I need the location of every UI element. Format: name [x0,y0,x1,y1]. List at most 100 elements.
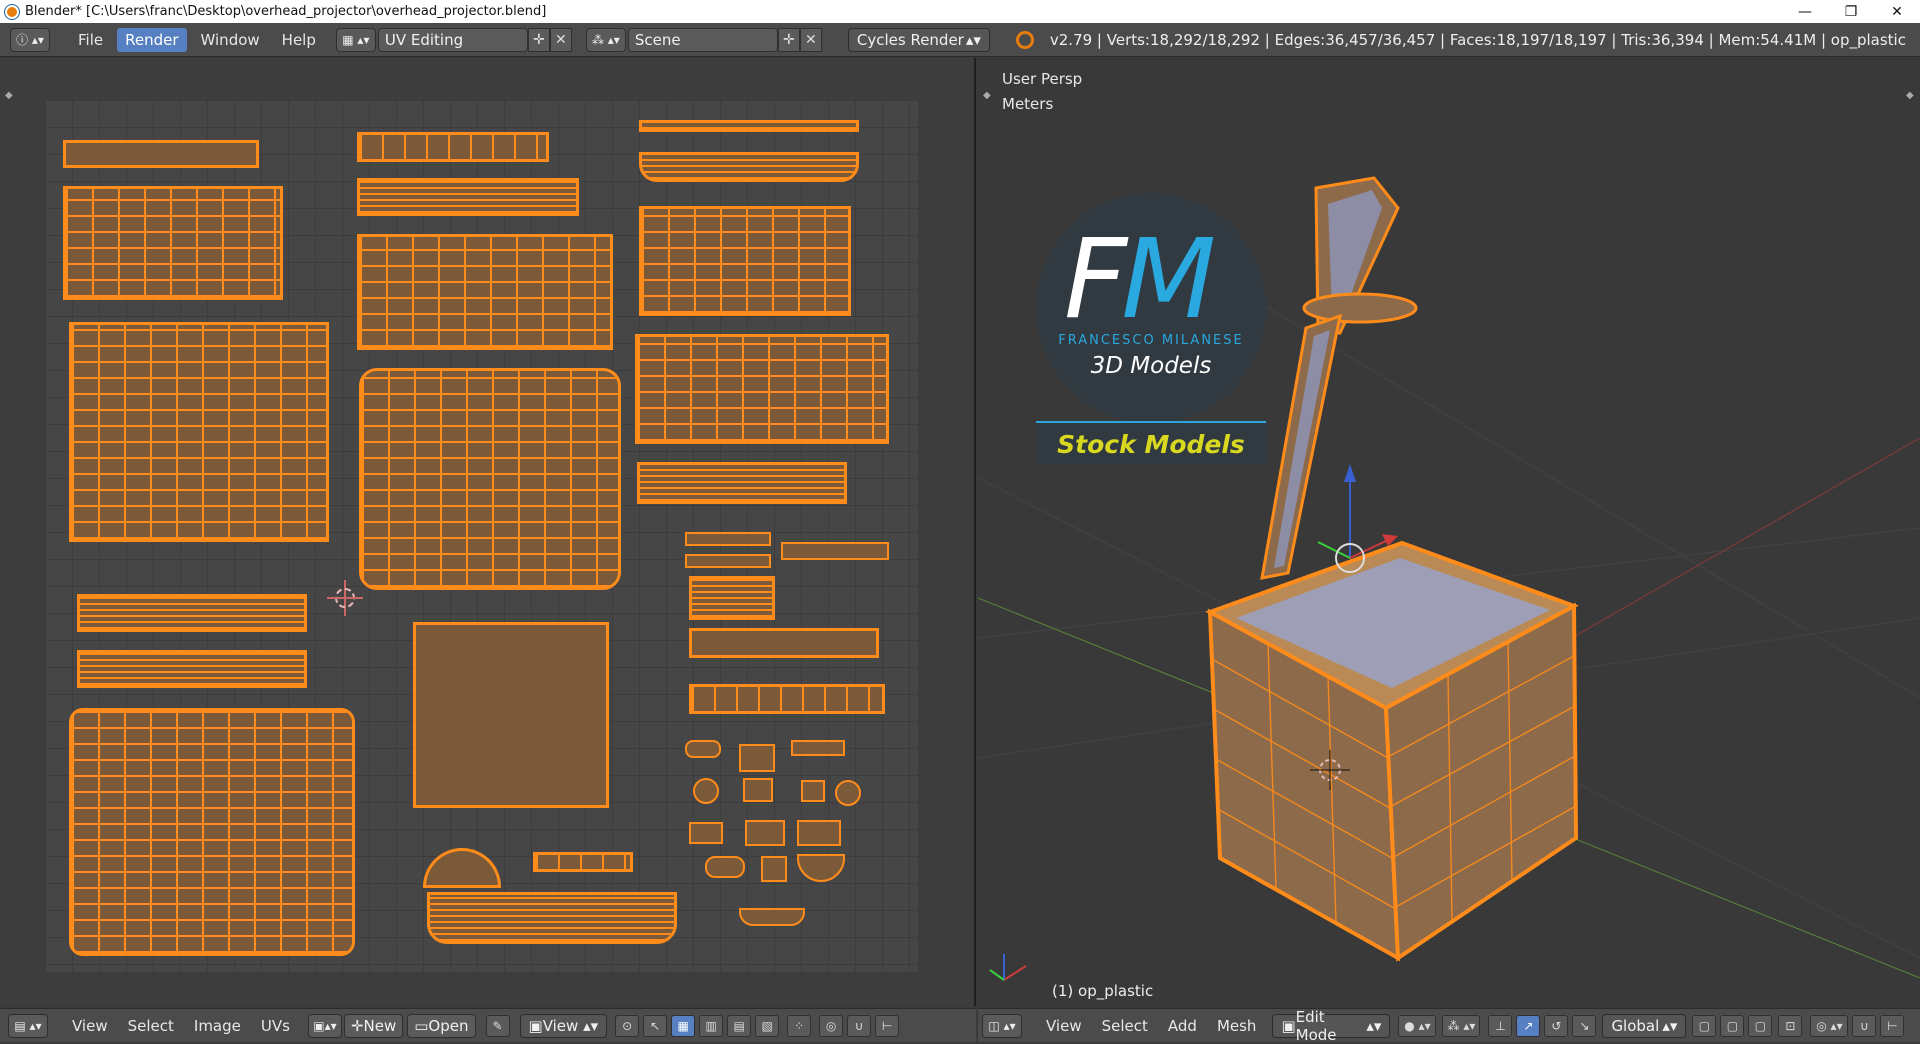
3d-menu-add[interactable]: Add [1168,1017,1197,1035]
uv-island[interactable] [69,322,329,542]
uv-island[interactable] [357,234,613,350]
uv-view-mode-select[interactable]: ▣ View ▴▾ [519,1013,608,1038]
snap-toggle-icon[interactable]: ∪ [1852,1014,1877,1037]
uv-island[interactable] [77,650,307,688]
mode-select[interactable]: ▣ Edit Mode ▴▾ [1272,1008,1391,1044]
vertex-select-icon[interactable]: ▦ [671,1014,696,1037]
remove-layout-icon[interactable]: ✕ [549,27,572,52]
pivot-icon[interactable]: ⊙ [615,1014,640,1037]
uv-island[interactable] [797,820,841,846]
minimize-button[interactable]: — [1782,0,1828,23]
screen-layout-field[interactable]: UV Editing [377,27,528,52]
uv-island[interactable] [745,820,785,846]
uv-island[interactable] [639,120,859,132]
toolbar-toggle-icon[interactable]: ◆ [5,90,13,101]
uv-menu-view[interactable]: View [72,1017,108,1035]
add-layout-icon[interactable]: ✛ [527,27,550,52]
face-select-icon[interactable]: ▤ [727,1014,752,1037]
uv-island[interactable] [423,848,501,888]
render-engine-select[interactable]: Cycles Render ▴▾ [847,27,990,52]
manipulator-toggle-icon[interactable]: ⊥ [1488,1014,1513,1037]
uv-island[interactable] [639,152,859,182]
pin-icon[interactable]: ✎ [485,1014,510,1037]
uv-island[interactable] [739,744,775,772]
scale-manipulator-icon[interactable]: ↘ [1572,1014,1597,1037]
uv-island[interactable] [637,462,847,504]
snap-element-icon[interactable]: ⊢ [1880,1014,1905,1037]
3d-menu-mesh[interactable]: Mesh [1217,1017,1257,1035]
uv-island[interactable] [705,856,745,878]
uv-menu-uvs[interactable]: UVs [261,1017,290,1035]
uv-editor-type-icon[interactable]: ▤ ▴▾ [8,1013,48,1038]
snap-target-icon[interactable]: ⊢ [875,1014,900,1037]
proportional-editing-icon[interactable]: ◎ ▴▾ [1810,1014,1849,1037]
scene-icon[interactable]: ⁂ ▴▾ [585,27,626,52]
restore-button[interactable]: ❐ [1828,0,1874,23]
rotate-manipulator-icon[interactable]: ↺ [1544,1014,1569,1037]
uv-island[interactable] [685,740,721,758]
menu-window[interactable]: Window [193,28,268,52]
uv-image-editor[interactable]: ◆ [0,58,976,1006]
z-arrow-icon[interactable] [1344,464,1356,482]
projector-lens-ring[interactable] [1302,292,1418,324]
uv-island[interactable] [689,822,723,844]
uv-island[interactable] [357,178,579,216]
snap-icon[interactable]: ∪ [847,1014,872,1037]
viewport-shading-icon[interactable]: ● ▴▾ [1398,1014,1437,1037]
uv-island[interactable] [63,186,283,300]
3d-editor-type-icon[interactable]: ◫ ▴▾ [982,1013,1022,1038]
uv-island[interactable] [835,780,861,806]
menu-help[interactable]: Help [274,28,324,52]
uv-island[interactable] [413,622,609,808]
uv-island[interactable] [685,554,771,568]
uv-island[interactable] [739,908,805,926]
sync-selection-icon[interactable]: ↖ [643,1014,668,1037]
sticky-mode-icon[interactable]: ⁘ [787,1014,812,1037]
uv-island[interactable] [791,740,845,756]
uv-island[interactable] [69,708,355,956]
edge-mode-icon[interactable]: ▢ [1720,1014,1745,1037]
add-scene-icon[interactable]: ✛ [777,27,800,52]
uv-island[interactable] [77,594,307,632]
info-editor-type-icon[interactable]: ⓘ ▴▾ [10,27,50,52]
uv-island[interactable] [801,780,825,802]
transform-orientation-select[interactable]: Global ▴▾ [1602,1013,1687,1038]
uv-island[interactable] [359,368,621,590]
uv-island[interactable] [743,778,773,802]
3d-menu-select[interactable]: Select [1102,1017,1148,1035]
uv-island[interactable] [689,684,885,714]
translate-manipulator-icon[interactable]: ↗ [1516,1014,1541,1037]
uv-menu-select[interactable]: Select [128,1017,174,1035]
face-mode-icon[interactable]: ▢ [1748,1014,1773,1037]
uv-island[interactable] [689,628,879,658]
menu-render[interactable]: Render [117,27,187,52]
pivot-point-icon[interactable]: ⁂ ▴▾ [1442,1014,1481,1037]
image-browse-icon[interactable]: ▣▴▾ [307,1013,342,1038]
edge-select-icon[interactable]: ▥ [699,1014,724,1037]
scene-field[interactable]: Scene [627,27,778,52]
uv-island[interactable] [63,140,259,168]
island-select-icon[interactable]: ▧ [755,1014,780,1037]
uv-grid-canvas[interactable] [45,100,918,972]
uv-island[interactable] [693,778,719,804]
uv-island[interactable] [685,532,771,546]
close-button[interactable]: ✕ [1874,0,1920,23]
vertex-mode-icon[interactable]: ▢ [1692,1014,1717,1037]
uv-island[interactable] [761,856,787,882]
screen-layout-icon[interactable]: ▦ ▴▾ [335,27,376,52]
uv-menu-image[interactable]: Image [194,1017,241,1035]
new-image-button[interactable]: ✛ New [343,1013,404,1038]
uv-island[interactable] [533,852,633,872]
remove-scene-icon[interactable]: ✕ [799,27,822,52]
3d-viewport[interactable]: ◆ ◆ User Persp Meters FM FRANCESCO MILAN… [978,58,1920,1006]
uv-island[interactable] [689,576,775,620]
uv-island[interactable] [357,132,549,162]
uv-island[interactable] [781,542,889,560]
uv-island[interactable] [797,854,845,882]
open-image-button[interactable]: ▭ Open [407,1013,476,1038]
occlude-geometry-icon[interactable]: ⊡ [1778,1014,1803,1037]
uv-island[interactable] [427,892,677,944]
uv-island[interactable] [639,206,851,316]
menu-file[interactable]: File [70,28,111,52]
proportional-edit-icon[interactable]: ◎ [819,1014,844,1037]
